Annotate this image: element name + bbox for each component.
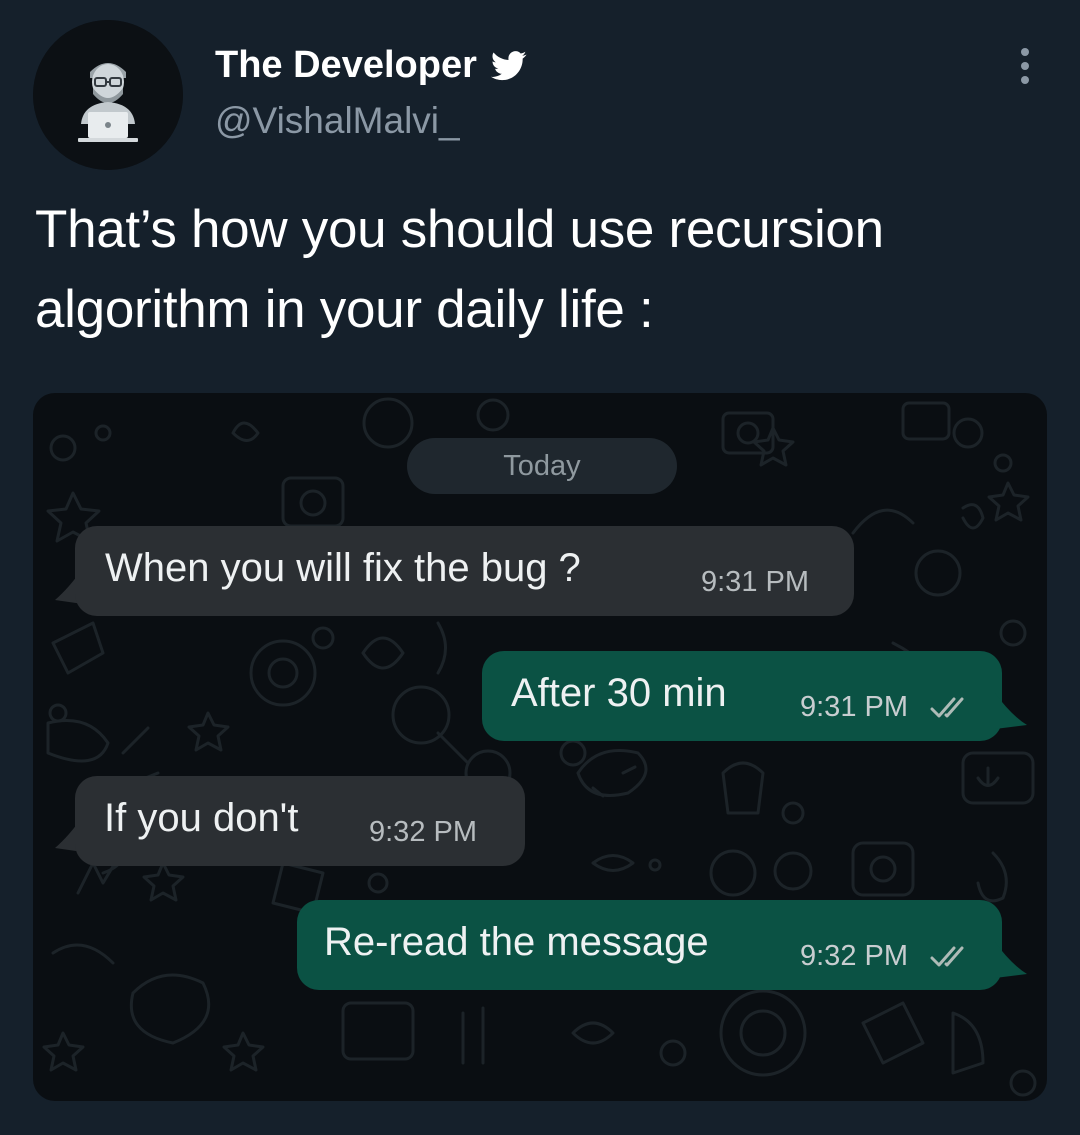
double-check-icon xyxy=(930,697,964,718)
display-name-text: The Developer xyxy=(215,44,477,86)
avatar[interactable] xyxy=(33,20,183,170)
tweet-screenshot: The Developer @VishalMalvi_ That’s how y… xyxy=(0,0,1080,1135)
double-check-icon xyxy=(930,946,964,967)
message-time: 9:32 PM xyxy=(369,816,477,848)
twitter-bird-icon xyxy=(490,50,527,80)
message-bubble-incoming[interactable]: When you will fix the bug ? 9:31 PM xyxy=(75,526,854,616)
developer-avatar-icon xyxy=(33,20,183,170)
chat-screenshot: Today When you will fix the bug ? 9:31 P… xyxy=(33,393,1047,1101)
outgoing-bubble-tail xyxy=(995,693,1027,729)
outgoing-bubble-tail xyxy=(995,942,1027,978)
message-bubble-outgoing[interactable]: Re-read the message 9:32 PM xyxy=(297,900,1002,990)
message-time: 9:31 PM xyxy=(800,691,908,723)
user-handle[interactable]: @VishalMalvi_ xyxy=(215,100,460,142)
message-bubble-incoming[interactable]: If you don't 9:32 PM xyxy=(75,776,525,866)
message-time: 9:31 PM xyxy=(701,566,809,598)
date-separator: Today xyxy=(407,438,677,494)
tweet-text: That’s how you should use recursion algo… xyxy=(35,200,884,339)
message-text: When you will fix the bug ? xyxy=(105,546,581,590)
more-vertical-icon[interactable] xyxy=(1005,44,1045,88)
message-time: 9:32 PM xyxy=(800,940,908,972)
chat-wallpaper-doodles xyxy=(42,397,1037,1097)
message-bubble-outgoing[interactable]: After 30 min 9:31 PM xyxy=(482,651,1002,741)
display-name[interactable]: The Developer xyxy=(215,44,527,87)
message-text: Re-read the message xyxy=(324,920,709,964)
message-text: After 30 min xyxy=(511,671,727,715)
message-text: If you don't xyxy=(104,796,299,840)
